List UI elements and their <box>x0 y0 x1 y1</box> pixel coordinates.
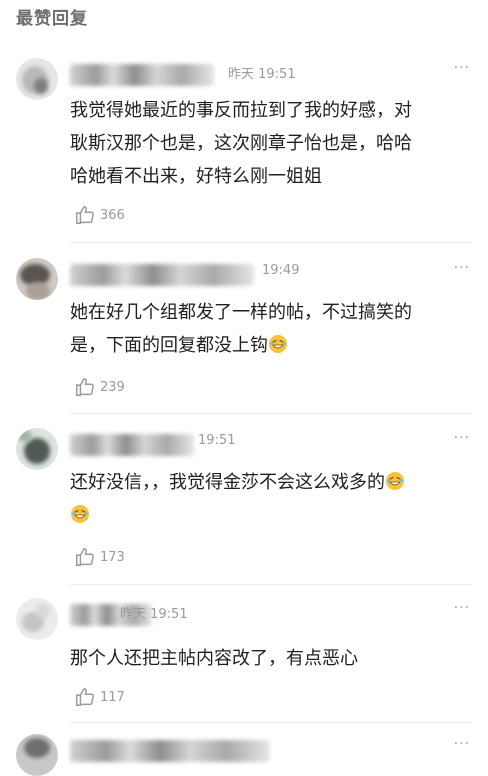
username-blurred[interactable] <box>70 64 214 86</box>
like-count: 366 <box>100 207 125 223</box>
divider <box>70 722 472 723</box>
like-button[interactable]: 117 <box>74 686 125 708</box>
comment-text: 她在好几个组都发了一样的帖，不过搞笑的 是，下面的回复都没上钩 <box>70 296 470 362</box>
comment-text: 还好没信，，我觉得金莎不会这么戏多的 <box>70 466 470 532</box>
comment-line: 那个人还把主帖内容改了，有点恶心 <box>70 648 358 669</box>
like-button[interactable]: 173 <box>74 546 125 568</box>
comment-line: 哈她看不出来，好特么刚一姐姐 <box>70 166 322 187</box>
comment-line: 她在好几个组都发了一样的帖，不过搞笑的 <box>70 302 412 323</box>
laughing-emoji-icon <box>386 472 404 490</box>
avatar[interactable] <box>16 598 58 640</box>
like-button[interactable]: 366 <box>74 204 125 226</box>
avatar[interactable] <box>16 58 58 100</box>
more-options-icon[interactable]: ··· <box>454 600 470 616</box>
comment-line-wrap: 还好没信，，我觉得金莎不会这么戏多的 <box>70 466 470 499</box>
comment-text: 我觉得她最近的事反而拉到了我的好感，对 耿斯汉那个也是，这次刚章子怡也是，哈哈 … <box>70 94 470 193</box>
more-options-icon[interactable]: ··· <box>454 430 470 446</box>
like-button[interactable]: 239 <box>74 376 125 398</box>
avatar[interactable] <box>16 734 58 776</box>
avatar[interactable] <box>16 258 58 300</box>
comment-line: 耿斯汉那个也是，这次刚章子怡也是，哈哈 <box>70 133 412 154</box>
divider <box>70 584 472 585</box>
more-options-icon[interactable]: ··· <box>454 736 470 752</box>
like-count: 173 <box>100 549 125 565</box>
section-title: 最赞回复 <box>16 9 88 29</box>
divider <box>70 413 472 414</box>
username-blurred[interactable] <box>70 264 254 286</box>
laughing-emoji-icon <box>269 335 287 353</box>
comment-time: 19:51 <box>198 433 236 448</box>
username-blurred[interactable] <box>70 434 194 456</box>
more-options-icon[interactable]: ··· <box>454 60 470 76</box>
comment-line: 我觉得她最近的事反而拉到了我的好感，对 <box>70 100 412 121</box>
thumbs-up-icon <box>76 688 94 706</box>
like-count: 239 <box>100 379 125 395</box>
comment-line: 还好没信，，我觉得金莎不会这么戏多的 <box>70 472 385 493</box>
comment-text: 那个人还把主帖内容改了，有点恶心 <box>70 642 470 675</box>
more-options-icon[interactable]: ··· <box>454 260 470 276</box>
avatar[interactable] <box>16 428 58 470</box>
comment-time: 19:49 <box>262 263 300 278</box>
comment-time: 昨天 19:51 <box>228 67 296 82</box>
laughing-emoji-icon <box>71 505 89 523</box>
thumbs-up-icon <box>76 206 94 224</box>
comment-line-wrap <box>70 499 470 532</box>
username-blurred[interactable] <box>70 740 270 762</box>
divider <box>70 242 472 243</box>
thumbs-up-icon <box>76 378 94 396</box>
thumbs-up-icon <box>76 548 94 566</box>
like-count: 117 <box>100 689 125 705</box>
comment-line: 是，下面的回复都没上钩 <box>70 335 268 356</box>
comment-time: 昨天 19:51 <box>120 607 188 622</box>
comment-line-wrap: 是，下面的回复都没上钩 <box>70 329 470 362</box>
